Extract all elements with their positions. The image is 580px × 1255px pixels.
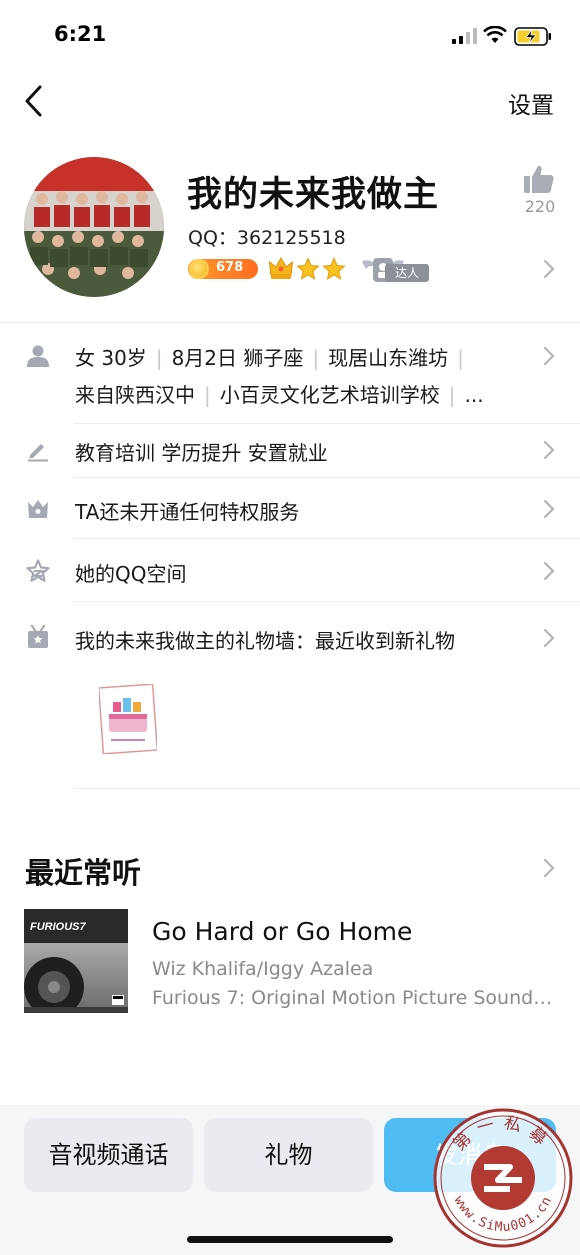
divider xyxy=(74,477,580,478)
signal-icon xyxy=(452,28,477,44)
divider xyxy=(74,423,580,424)
coin-count: 678 xyxy=(216,260,244,275)
status-time: 6:21 xyxy=(54,22,107,46)
origin-school-line: 来自陕西汉中 | 小百灵文化艺术培训学校 |... xyxy=(75,379,484,408)
status-bar: 6:21 xyxy=(0,0,580,70)
watermark-stamp: 第一私募 www.SiMu001.cn xyxy=(432,1107,574,1249)
location: 现居山东潍坊 xyxy=(328,346,449,370)
star-icon xyxy=(296,257,320,280)
basic-info-line: 女 30岁 | 8月2日 狮子座 | 现居山东潍坊 | xyxy=(75,342,473,371)
thumbs-up-icon[interactable] xyxy=(523,164,555,194)
qq-number: QQ：362125518 xyxy=(188,227,346,249)
separator: | xyxy=(457,346,464,370)
more-ellipsis: ... xyxy=(464,383,484,407)
crown-privilege-icon xyxy=(28,500,48,518)
album-cover-text: FURIOUS7 xyxy=(30,921,86,933)
pencil-icon xyxy=(28,444,48,462)
qzone-link[interactable]: 她的QQ空间 xyxy=(75,558,186,587)
coin-icon xyxy=(189,259,209,279)
song-album: Furious 7: Original Motion Picture Sound… xyxy=(152,987,556,1009)
gift-wall-link[interactable]: 我的未来我做主的礼物墙：最近收到新礼物 xyxy=(75,625,455,654)
gender-age: 女 30岁 xyxy=(75,346,147,370)
chevron-right-icon[interactable] xyxy=(542,499,556,519)
privilege-status[interactable]: TA还未开通任何特权服务 xyxy=(75,496,299,525)
settings-button[interactable]: 设置 xyxy=(508,86,554,120)
watermark-logo: 第一私募 www.SiMu001.cn xyxy=(433,1108,573,1248)
crown-icon xyxy=(268,256,294,279)
back-icon[interactable] xyxy=(20,84,50,118)
gift-button[interactable]: 礼物 xyxy=(204,1118,373,1192)
chevron-right-icon[interactable] xyxy=(542,628,556,648)
home-indicator[interactable] xyxy=(187,1236,393,1243)
divider xyxy=(74,538,580,539)
avatar[interactable] xyxy=(24,157,164,297)
separator: | xyxy=(448,383,456,407)
school: 小百灵文化艺术培训学校 xyxy=(219,383,440,407)
chevron-right-icon[interactable] xyxy=(542,346,556,366)
song-artist: Wiz Khalifa/Iggy Azalea xyxy=(152,958,374,980)
divider xyxy=(74,788,580,789)
chevron-right-icon[interactable] xyxy=(542,259,556,279)
song-title[interactable]: Go Hard or Go Home xyxy=(152,917,412,946)
divider xyxy=(0,322,580,323)
chevron-right-icon[interactable] xyxy=(542,440,556,460)
birthday-zodiac: 8月2日 狮子座 xyxy=(171,346,304,370)
coin-badge: 678 xyxy=(188,259,258,279)
separator: | xyxy=(155,346,163,370)
av-call-button[interactable]: 音视频通话 xyxy=(24,1118,193,1192)
recent-listen-title: 最近常听 xyxy=(25,856,142,890)
daren-label: 达人 xyxy=(385,264,429,282)
qzone-star-icon xyxy=(26,559,50,582)
chevron-right-icon[interactable] xyxy=(542,858,556,878)
interest-tags[interactable]: 教育培训 学历提升 安置就业 xyxy=(75,437,328,466)
battery-charging-icon xyxy=(514,27,551,46)
album-cover[interactable]: FURIOUS7 xyxy=(24,909,128,1013)
star-icon xyxy=(322,257,346,280)
gift-box-icon xyxy=(28,625,48,648)
gift-card-image[interactable] xyxy=(99,684,157,754)
chevron-right-icon[interactable] xyxy=(542,561,556,581)
avatar-photo xyxy=(24,157,164,297)
separator: | xyxy=(312,346,320,370)
divider xyxy=(74,601,580,602)
separator: | xyxy=(204,383,211,407)
person-icon xyxy=(27,345,49,367)
badge-row[interactable]: 678 达人 xyxy=(188,255,448,283)
nickname: 我的未来我做主 xyxy=(187,175,440,215)
like-count: 220 xyxy=(524,197,556,216)
wifi-icon xyxy=(483,26,507,43)
hometown: 来自陕西汉中 xyxy=(75,383,195,407)
